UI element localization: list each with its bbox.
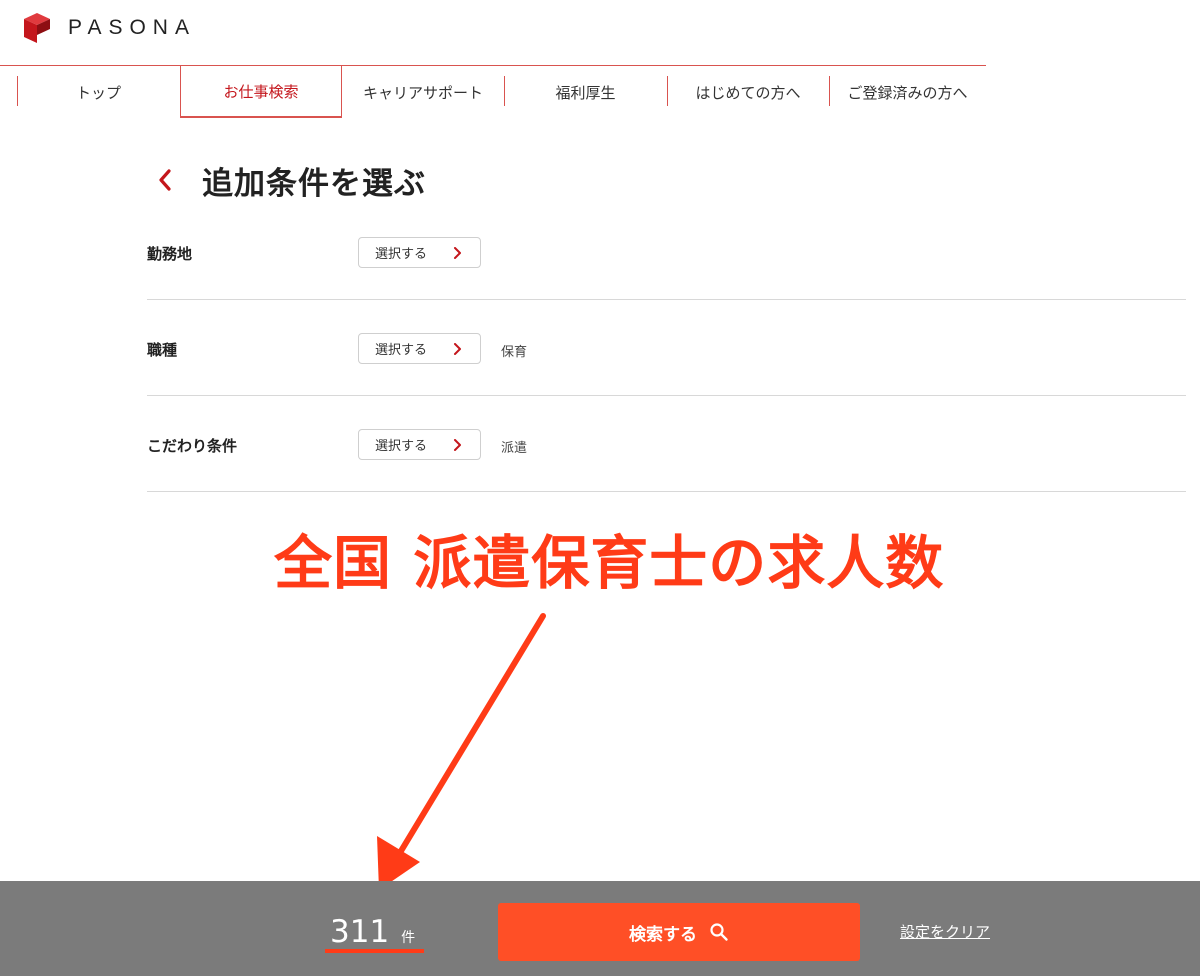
nav-separator [829, 76, 830, 106]
annotation-text: 全国 派遣保育士の求人数 [274, 529, 945, 597]
nav-item-label: キャリアサポート [362, 83, 483, 102]
nav-item-top[interactable]: トップ [17, 66, 180, 118]
condition-row-preferences: こだわり条件 選択する 派遣 [147, 396, 1186, 492]
condition-row-location: 勤務地 選択する [147, 204, 1186, 300]
select-button-label: 選択する [375, 343, 428, 358]
condition-label: こだわり条件 [147, 437, 238, 455]
nav-separator [504, 76, 505, 106]
condition-value: 保育 [501, 345, 528, 360]
select-location-button[interactable]: 選択する [358, 237, 481, 268]
select-button-label: 選択する [375, 247, 428, 262]
result-count-unit: 件 [401, 930, 416, 946]
clear-settings-link[interactable]: 設定をクリア [900, 921, 990, 942]
logo-text: PASONA [68, 16, 196, 39]
logo[interactable]: PASONA [24, 12, 196, 44]
page-title: 追加条件を選ぶ [202, 166, 426, 202]
nav-item-job-search[interactable]: お仕事検索 [180, 66, 342, 118]
nav-item-label: 福利厚生 [555, 83, 616, 102]
nav-item-registered[interactable]: ご登録済みの方へ [829, 66, 986, 118]
condition-label: 勤務地 [147, 245, 193, 263]
result-count-number: 311 [330, 914, 390, 950]
nav-separator [17, 76, 18, 106]
nav-item-benefits[interactable]: 福利厚生 [504, 66, 667, 118]
condition-value: 派遣 [501, 441, 528, 456]
nav-item-label: ご登録済みの方へ [847, 83, 968, 102]
nav-item-label: お仕事検索 [223, 82, 299, 101]
nav-item-career-support[interactable]: キャリアサポート [342, 66, 504, 118]
search-icon [710, 923, 728, 941]
search-button-label: 検索する [629, 924, 697, 945]
condition-row-occupation: 職種 選択する 保育 [147, 300, 1186, 396]
nav-item-first-time[interactable]: はじめての方へ [667, 66, 829, 118]
nav-item-label: トップ [75, 83, 121, 102]
condition-label: 職種 [147, 341, 178, 359]
nav-item-label: はじめての方へ [695, 83, 801, 102]
chevron-right-icon [454, 343, 461, 355]
chevron-right-icon [454, 439, 461, 451]
pasona-logo-icon [24, 13, 50, 43]
nav-separator [667, 76, 668, 106]
select-button-label: 選択する [375, 439, 428, 454]
chevron-left-icon[interactable] [156, 168, 174, 192]
select-occupation-button[interactable]: 選択する [358, 333, 481, 364]
search-footer-bar: 311 件 検索する 設定をクリア [0, 881, 1200, 976]
select-preferences-button[interactable]: 選択する [358, 429, 481, 460]
global-nav: トップ お仕事検索 キャリアサポート 福利厚生 はじめての方へ ご登録済みの方へ [0, 65, 986, 118]
result-count: 311 件 [330, 914, 415, 950]
count-highlight-underline [325, 949, 424, 953]
search-button[interactable]: 検索する [498, 903, 860, 961]
chevron-right-icon [454, 247, 461, 259]
